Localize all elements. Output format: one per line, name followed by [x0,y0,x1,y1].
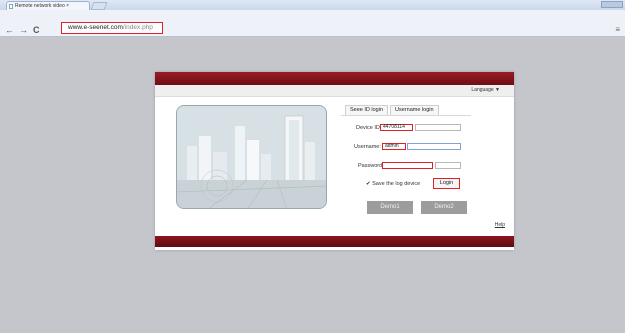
city-illustration [176,105,327,209]
menu-icon[interactable]: ≡ [615,25,620,34]
demo2-button[interactable]: Demo2 [421,201,467,214]
page-icon [9,4,13,9]
password-extra-field[interactable] [435,162,461,169]
window-controls[interactable] [601,1,623,8]
username-label: Username: [354,144,381,150]
check-icon: ✔ [366,181,371,187]
password-label: Password: [358,163,384,169]
demo1-button[interactable]: Demo1 [367,201,413,214]
browser-tab-bar: Remote network video × [0,0,625,10]
address-bar[interactable]: www.e-seenet.com/index.php [61,22,163,34]
new-tab-button[interactable] [90,2,108,10]
username-field[interactable]: admin [382,143,406,150]
url-domain: www.e-seenet.com [68,24,123,31]
help-link[interactable]: Help [495,222,505,228]
language-selector[interactable]: Language ▼ [471,87,500,93]
device-id-label: Device ID: [356,125,382,131]
login-button[interactable]: Login [433,178,460,189]
tab-divider [341,115,471,116]
device-id-field[interactable]: 44708114 [380,124,413,131]
save-device-checkbox[interactable]: ✔ Save the log device [366,181,420,187]
url-path: /index.php [122,24,153,31]
city-skyline-icon [177,106,326,208]
back-icon[interactable]: ← [5,25,14,35]
device-id-extra-field[interactable] [415,124,461,131]
bottom-banner [155,236,514,247]
top-banner [155,72,514,85]
reload-icon[interactable]: C [33,25,40,35]
username-extra-field[interactable] [407,143,461,150]
tab-title: Remote network video × [15,3,70,9]
login-panel: Language ▼ Seee ID login Username login D… [155,72,514,250]
language-bar: Language ▼ [155,85,514,97]
password-field[interactable] [382,162,433,169]
save-device-label: Save the log device [372,181,421,187]
forward-icon[interactable]: → [19,25,28,35]
browser-tab[interactable]: Remote network video × [6,1,90,10]
browser-toolbar: ← → C www.e-seenet.com/index.php ≡ [0,10,625,37]
